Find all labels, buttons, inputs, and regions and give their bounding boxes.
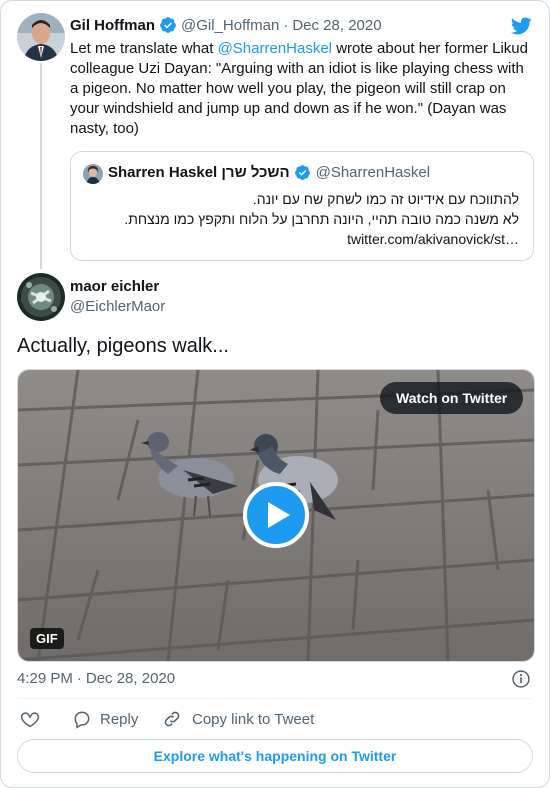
sharren-haskel-avatar bbox=[83, 164, 103, 184]
thread-connector-line bbox=[40, 63, 42, 269]
link-icon bbox=[162, 709, 182, 729]
quoted-tweet[interactable]: Sharren Haskel השכל שרן @SharrenHaskel ל… bbox=[70, 151, 534, 261]
copy-link-button[interactable]: Copy link to Tweet bbox=[162, 709, 314, 729]
quote-link[interactable]: twitter.com/akivanovick/st… bbox=[83, 229, 519, 249]
reply-icon bbox=[72, 709, 92, 729]
quote-text-line-1: להתווכח עם אידיוט זה כמו לשחק שח עם יונה… bbox=[252, 191, 519, 207]
like-button[interactable] bbox=[20, 709, 40, 729]
twitter-bird-icon[interactable] bbox=[509, 15, 533, 42]
tweet1-handle[interactable]: @Gil_Hoffman bbox=[181, 17, 279, 34]
footer-divider bbox=[17, 698, 531, 699]
gil-hoffman-avatar[interactable] bbox=[17, 13, 65, 61]
reply-label: Reply bbox=[100, 710, 139, 728]
play-icon[interactable] bbox=[243, 482, 309, 548]
tweet1-display-name[interactable]: Gil Hoffman bbox=[70, 17, 155, 34]
tweet2-time[interactable]: 4:29 PM bbox=[17, 670, 73, 687]
tweet1-text-prefix: Let me translate what bbox=[70, 40, 218, 57]
tweet2-date[interactable]: Dec 28, 2020 bbox=[86, 670, 175, 687]
quote-handle: @SharrenHaskel bbox=[315, 164, 431, 181]
reply-button[interactable]: Reply bbox=[72, 709, 138, 729]
explore-twitter-button[interactable]: Explore what's happening on Twitter bbox=[17, 739, 533, 773]
verified-badge-icon bbox=[159, 16, 177, 34]
info-icon[interactable] bbox=[511, 669, 531, 694]
watch-on-twitter-button[interactable]: Watch on Twitter bbox=[380, 382, 524, 414]
tweet1-separator: · bbox=[283, 16, 289, 34]
tweet2-handle[interactable]: @EichlerMaor bbox=[70, 298, 165, 315]
tweet1-date[interactable]: Dec 28, 2020 bbox=[292, 17, 381, 34]
quote-display-name: Sharren Haskel השכל שרן bbox=[108, 164, 290, 181]
footer-separator: · bbox=[76, 670, 82, 687]
tweet1-text: Let me translate what @SharrenHaskel wro… bbox=[70, 39, 532, 139]
gif-badge: GIF bbox=[30, 628, 64, 649]
tweet-embed-card: Gil Hoffman @Gil_Hoffman · Dec 28, 2020 … bbox=[0, 0, 550, 788]
copy-link-label: Copy link to Tweet bbox=[192, 710, 315, 728]
tweet1-mention-link[interactable]: @SharrenHaskel bbox=[218, 40, 332, 57]
maor-eichler-avatar[interactable] bbox=[17, 273, 65, 321]
heart-icon bbox=[20, 709, 40, 729]
tweet2-text: Actually, pigeons walk... bbox=[17, 335, 229, 357]
verified-badge-icon bbox=[294, 164, 311, 181]
quote-text-line-2: לא משנה כמה טובה תהיי, היונה תחרבן על הל… bbox=[124, 211, 519, 227]
tweet2-display-name[interactable]: maor eichler bbox=[70, 278, 159, 295]
gif-media[interactable]: Watch on Twitter GIF bbox=[17, 369, 535, 662]
